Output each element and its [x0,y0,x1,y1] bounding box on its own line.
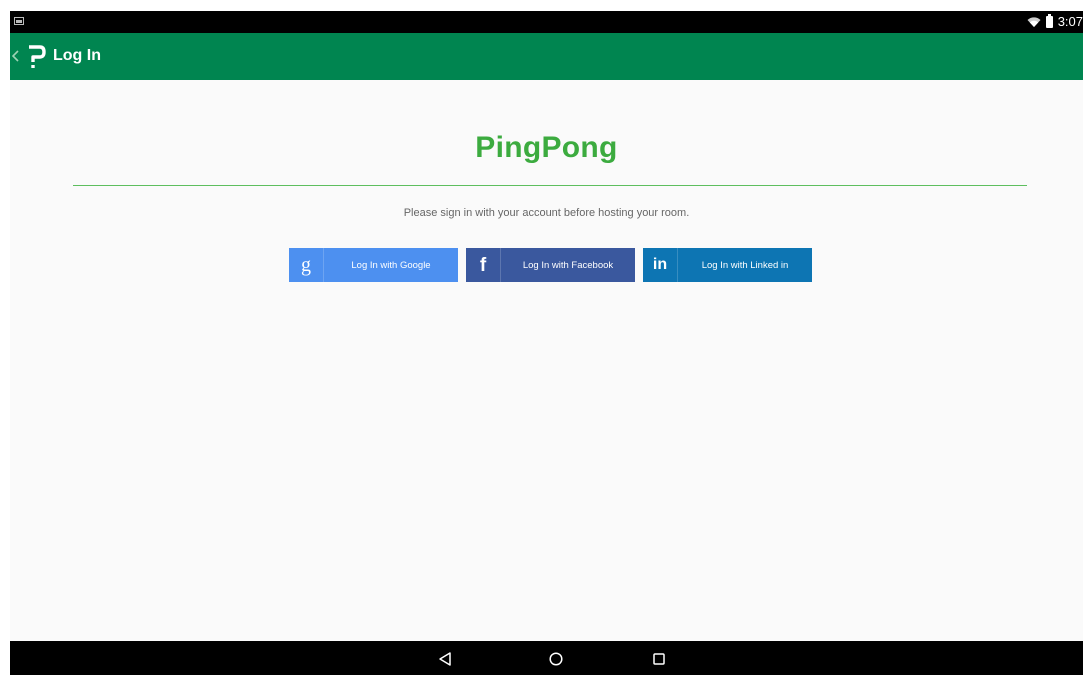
nav-home-icon[interactable] [548,651,564,667]
status-indicators: 3:07 [1027,13,1083,29]
nav-back-icon[interactable] [437,651,453,667]
image-notification-icon [14,17,24,25]
back-arrow-icon[interactable] [12,50,20,62]
linkedin-login-label: Log In with Linked in [701,259,789,271]
nav-recent-apps-icon[interactable] [651,651,667,667]
status-time: 3:07 [1057,14,1083,29]
linkedin-icon: in [652,256,668,273]
linkedin-login-button[interactable]: in Log In with Linked in [643,248,812,282]
google-login-label: Log In with Google [351,259,431,271]
divider [73,185,1027,186]
page-title: Log In [53,47,101,64]
device-screen: 3:07 Log In PingPong Please sign in with… [10,11,1083,675]
status-bar: 3:07 [10,11,1083,33]
facebook-login-button[interactable]: f Log In with Facebook [466,248,635,282]
wifi-icon [1027,16,1041,27]
sign-in-instructions: Please sign in with your account before … [403,207,690,219]
battery-icon [1045,13,1053,28]
app-bar: Log In [10,33,1083,80]
app-logo-icon[interactable] [26,43,46,69]
brand-logo-text: PingPong [475,131,618,164]
facebook-icon: f [479,254,487,276]
navigation-bar [10,641,1083,675]
google-icon: g [301,254,311,276]
google-login-button[interactable]: g Log In with Google [289,248,458,282]
facebook-login-label: Log In with Facebook [522,259,614,271]
